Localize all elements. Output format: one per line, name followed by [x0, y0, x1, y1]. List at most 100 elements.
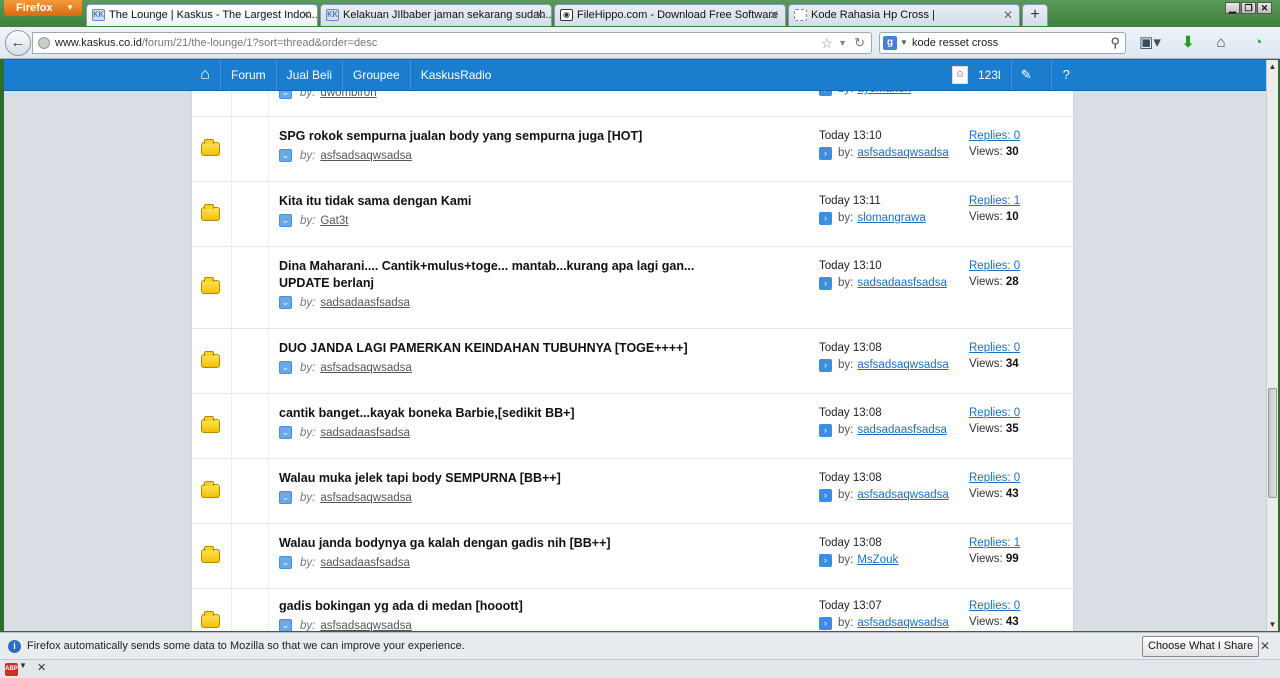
- avatar[interactable]: ☺: [952, 66, 968, 84]
- bookmark-star-icon[interactable]: ☆: [820, 33, 833, 53]
- tab-kelakuan[interactable]: KK Kelakuan JIlbaber jaman sekarang suda…: [320, 4, 552, 26]
- thread-author[interactable]: Gat3t: [320, 215, 348, 227]
- thread-title[interactable]: Kita itu tidak sama dengan Kami: [279, 193, 709, 210]
- nav-kaskusradio[interactable]: KaskusRadio: [409, 60, 502, 90]
- thread-author[interactable]: sadsadaasfsadsa: [320, 427, 410, 439]
- download-icon[interactable]: ⬇: [1178, 33, 1198, 53]
- go-to-last-post-icon[interactable]: ›: [819, 616, 832, 630]
- close-icon[interactable]: ✕: [1003, 5, 1013, 25]
- close-window-button[interactable]: ✕: [1257, 2, 1272, 14]
- search-icon[interactable]: ⚲: [1110, 33, 1120, 53]
- google-icon[interactable]: g: [883, 36, 897, 50]
- scrollbar-thumb[interactable]: [1268, 388, 1277, 498]
- firefox-menu-button[interactable]: Firefox ▼: [4, 0, 82, 16]
- thread-title[interactable]: gadis bokingan yg ada di medan [hooott]: [279, 598, 709, 615]
- last-poster[interactable]: slomangrawa: [857, 210, 925, 226]
- thread-title[interactable]: DUO JANDA LAGI PAMERKAN KEINDAHAN TUBUHN…: [279, 340, 709, 357]
- thread-author[interactable]: asfsadsaqwsadsa: [320, 492, 411, 504]
- go-to-last-post-icon[interactable]: ›: [819, 488, 832, 502]
- choose-what-i-share-button[interactable]: Choose What I Share: [1142, 636, 1260, 657]
- go-to-last-post-icon[interactable]: ›: [819, 553, 832, 567]
- tab-kode-rahasia[interactable]: Kode Rahasia Hp Cross | ✕: [788, 4, 1020, 26]
- minimize-button[interactable]: ▁: [1225, 2, 1240, 14]
- thread-title[interactable]: SPG rokok sempurna jualan body yang semp…: [279, 128, 709, 145]
- replies-link[interactable]: Replies: 1: [969, 535, 1020, 551]
- go-to-last-post-icon[interactable]: ›: [819, 358, 832, 372]
- chevron-down-icon[interactable]: ⌄: [279, 361, 292, 374]
- chevron-down-icon[interactable]: ⌄: [279, 149, 292, 162]
- close-icon[interactable]: ✕: [769, 5, 779, 25]
- replies-link[interactable]: Replies: 0: [969, 128, 1020, 144]
- help-icon[interactable]: ?: [1050, 60, 1081, 90]
- url-history-dropdown-icon[interactable]: ▼: [838, 33, 847, 53]
- chevron-down-icon[interactable]: ⌄: [279, 296, 292, 309]
- chevron-down-icon[interactable]: ⌄: [279, 619, 292, 631]
- thread-author[interactable]: asfsadsaqwsadsa: [320, 620, 411, 632]
- thread-title[interactable]: Dina Maharani.... Cantik+mulus+toge... m…: [279, 258, 709, 292]
- adblock-icon[interactable]: ABP: [5, 663, 18, 676]
- nav-groupee[interactable]: Groupee: [342, 60, 410, 90]
- chevron-down-icon[interactable]: ⌄: [279, 556, 292, 569]
- search-engine-dropdown-icon[interactable]: ▼: [900, 33, 908, 53]
- chevron-down-icon[interactable]: ⌄: [279, 426, 292, 439]
- by-label: by:: [300, 491, 316, 504]
- nav-forum[interactable]: Forum: [220, 60, 276, 90]
- tab-filehippo[interactable]: ◉ FileHippo.com - Download Free Software…: [554, 4, 786, 26]
- url-bar[interactable]: www.kaskus.co.id/forum/21/the-lounge/1?s…: [32, 32, 872, 54]
- last-poster[interactable]: asfsadsaqwsadsa: [857, 615, 948, 631]
- last-poster[interactable]: asfsadsaqwsadsa: [857, 145, 948, 161]
- bookmarks-menu-icon[interactable]: ▣▾: [1136, 33, 1164, 53]
- replies-link[interactable]: Replies: 0: [969, 405, 1020, 421]
- home-icon[interactable]: ⌂: [1210, 33, 1232, 53]
- restore-button[interactable]: ❐: [1241, 2, 1256, 14]
- close-icon[interactable]: ✕: [1260, 633, 1270, 659]
- pencil-icon[interactable]: ✎: [1010, 60, 1041, 90]
- last-poster[interactable]: sadsadaasfsadsa: [857, 422, 947, 438]
- chevron-down-icon[interactable]: ⌄: [279, 491, 292, 504]
- scroll-down-icon[interactable]: ▼: [1267, 618, 1278, 631]
- replies-link[interactable]: Replies: 1: [969, 193, 1020, 209]
- last-poster[interactable]: asfsadsaqwsadsa: [857, 487, 948, 503]
- new-tab-button[interactable]: +: [1022, 4, 1048, 26]
- thread-author[interactable]: asfsadsaqwsadsa: [320, 362, 411, 374]
- addon-bar: ABP ▼ ✕: [0, 659, 1280, 678]
- replies-link[interactable]: Replies: 0: [969, 258, 1020, 274]
- last-poster[interactable]: asfsadsaqwsadsa: [857, 357, 948, 373]
- username[interactable]: 123l: [978, 68, 1001, 82]
- thread-icon-cell: [192, 394, 232, 458]
- thread-author-line: ⌄ by: asfsadsaqwsadsa: [279, 619, 412, 631]
- views-label: Views:: [969, 553, 1003, 565]
- thread-author[interactable]: sadsadaasfsadsa: [320, 297, 410, 309]
- chevron-down-icon[interactable]: ▼: [19, 661, 27, 670]
- thread-author[interactable]: sadsadaasfsadsa: [320, 557, 410, 569]
- replies-link[interactable]: Replies: 0: [969, 340, 1020, 356]
- last-poster[interactable]: MsZouk: [857, 552, 898, 568]
- home-icon[interactable]: ⌂: [190, 60, 220, 90]
- last-post: Today 13:10 › by: asfsadsaqwsadsa: [819, 128, 949, 161]
- go-to-last-post-icon[interactable]: ›: [819, 423, 832, 437]
- thread-title[interactable]: cantik banget...kayak boneka Barbie,[sed…: [279, 405, 709, 422]
- vertical-scrollbar[interactable]: ▲ ▼: [1266, 60, 1278, 631]
- close-icon[interactable]: ✕: [535, 5, 545, 25]
- reload-icon[interactable]: ↻: [854, 33, 865, 53]
- close-icon[interactable]: ✕: [301, 5, 311, 25]
- replies-link[interactable]: Replies: 0: [969, 470, 1020, 486]
- search-bar[interactable]: g ▼ kode resset cross ⚲: [879, 32, 1126, 54]
- scroll-up-icon[interactable]: ▲: [1267, 60, 1278, 73]
- close-icon[interactable]: ✕: [37, 661, 46, 674]
- folder-icon: [201, 351, 220, 368]
- nav-jual-beli[interactable]: Jual Beli: [275, 60, 342, 90]
- thread-stats: Replies: 0 Views: 28: [969, 258, 1020, 290]
- replies-link[interactable]: Replies: 0: [969, 598, 1020, 614]
- go-to-last-post-icon[interactable]: ›: [819, 146, 832, 160]
- back-button[interactable]: ←: [5, 30, 31, 56]
- last-poster[interactable]: sadsadaasfsadsa: [857, 275, 947, 291]
- thread-title[interactable]: Walau janda bodynya ga kalah dengan gadi…: [279, 535, 709, 552]
- thread-title[interactable]: Walau muka jelek tapi body SEMPURNA [BB+…: [279, 470, 709, 487]
- tab-the-lounge[interactable]: KK The Lounge | Kaskus - The Largest Ind…: [86, 4, 318, 26]
- go-to-last-post-icon[interactable]: ›: [819, 276, 832, 290]
- addon-icon[interactable]: ◔: [1246, 33, 1270, 53]
- thread-author[interactable]: asfsadsaqwsadsa: [320, 150, 411, 162]
- go-to-last-post-icon[interactable]: ›: [819, 211, 832, 225]
- chevron-down-icon[interactable]: ⌄: [279, 214, 292, 227]
